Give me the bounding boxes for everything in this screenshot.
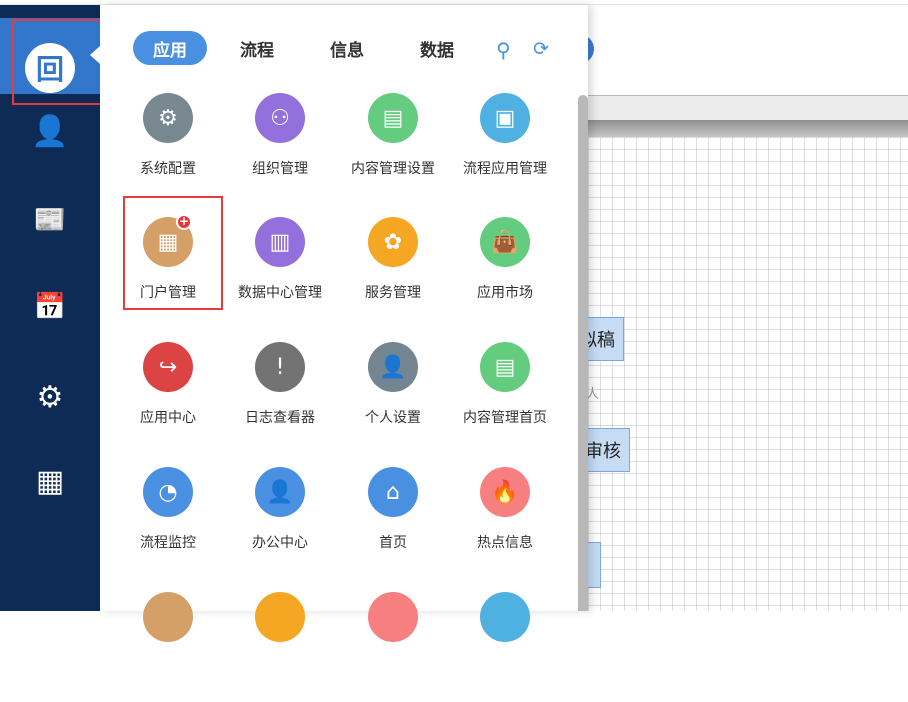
app-icon: [480, 592, 530, 642]
tab-flow[interactable]: 流程: [240, 31, 274, 65]
app-label: 系统配置: [140, 161, 196, 177]
office-icon[interactable]: 👤: [30, 111, 70, 151]
refresh-icon[interactable]: ⟳: [533, 38, 549, 60]
app-item[interactable]: ▤ 内容管理首页: [449, 342, 561, 452]
content-home-icon: ▤: [480, 342, 530, 392]
app-label: 流程监控: [140, 535, 196, 551]
service-icon: ✿: [368, 217, 418, 267]
hot-info-icon: 🔥: [480, 467, 530, 517]
speedometer-icon: ◔: [143, 467, 193, 517]
app-item[interactable]: ↪ 应用中心: [112, 342, 224, 452]
app-item[interactable]: 👜 应用市场: [449, 217, 561, 327]
canvas-grid: 拟稿 人 审核: [568, 137, 908, 611]
flow-designer: 拟稿 人 审核: [568, 5, 908, 611]
scrollbar[interactable]: [578, 95, 588, 611]
app-label: 热点信息: [477, 535, 533, 551]
search-icon[interactable]: ⚲: [496, 38, 511, 62]
app-label: 内容管理首页: [463, 410, 547, 426]
app-item[interactable]: [449, 592, 561, 702]
app-label: 服务管理: [365, 285, 421, 301]
app-icon: [143, 592, 193, 642]
portal-monitor-icon[interactable]: ▦: [30, 461, 70, 501]
gear-icon: ⚙: [143, 93, 193, 143]
app-item[interactable]: 👤 个人设置: [337, 342, 449, 452]
app-market-icon: 👜: [480, 217, 530, 267]
app-item[interactable]: ▥ 数据中心管理: [224, 217, 336, 327]
tab-data[interactable]: 数据: [420, 31, 454, 65]
home-icon: ⌂: [368, 467, 418, 517]
data-center-icon: ▥: [255, 217, 305, 267]
user-settings-icon[interactable]: ⚙: [30, 377, 70, 417]
app-item[interactable]: ▣ 流程应用管理: [449, 93, 561, 203]
content-settings-icon: ▤: [368, 93, 418, 143]
app-icon: [255, 592, 305, 642]
highlight-box: [123, 196, 223, 310]
app-item[interactable]: 🔥 热点信息: [449, 467, 561, 577]
app-label: 办公中心: [252, 535, 308, 551]
app-icon: [368, 592, 418, 642]
app-label: 应用中心: [140, 410, 196, 426]
calendar-icon[interactable]: 📅: [30, 287, 70, 327]
toolbar-shadow: [588, 120, 908, 137]
app-label: 流程应用管理: [463, 161, 547, 177]
app-item[interactable]: 👤 办公中心: [224, 467, 336, 577]
app-label: 数据中心管理: [238, 285, 322, 301]
app-item[interactable]: ⌂ 首页: [337, 467, 449, 577]
app-item[interactable]: ✿ 服务管理: [337, 217, 449, 327]
app-item[interactable]: ◔ 流程监控: [112, 467, 224, 577]
app-label: 组织管理: [252, 161, 308, 177]
tab-info[interactable]: 信息: [330, 31, 364, 65]
app-item[interactable]: [224, 592, 336, 702]
app-item[interactable]: [337, 592, 449, 702]
app-item[interactable]: ▤ 内容管理设置: [337, 93, 449, 203]
flow-app-icon: ▣: [480, 93, 530, 143]
highlight-box: [12, 19, 110, 105]
app-item[interactable]: [112, 592, 224, 702]
personal-settings-icon: 👤: [368, 342, 418, 392]
app-item[interactable]: ! 日志查看器: [224, 342, 336, 452]
app-item[interactable]: ⚙ 系统配置: [112, 93, 224, 203]
org-chart-icon: ⚇: [255, 93, 305, 143]
app-label: 应用市场: [477, 285, 533, 301]
tab-apps[interactable]: 应用: [133, 31, 207, 65]
log-viewer-icon: !: [255, 342, 305, 392]
app-label: 日志查看器: [245, 410, 315, 426]
news-icon[interactable]: 📰: [30, 200, 70, 240]
app-item[interactable]: ⚇ 组织管理: [224, 93, 336, 203]
app-label: 个人设置: [365, 410, 421, 426]
toolbar: [588, 95, 908, 121]
app-label: 首页: [379, 535, 407, 551]
office-center-icon: 👤: [255, 467, 305, 517]
app-center-icon: ↪: [143, 342, 193, 392]
app-label: 内容管理设置: [351, 161, 435, 177]
